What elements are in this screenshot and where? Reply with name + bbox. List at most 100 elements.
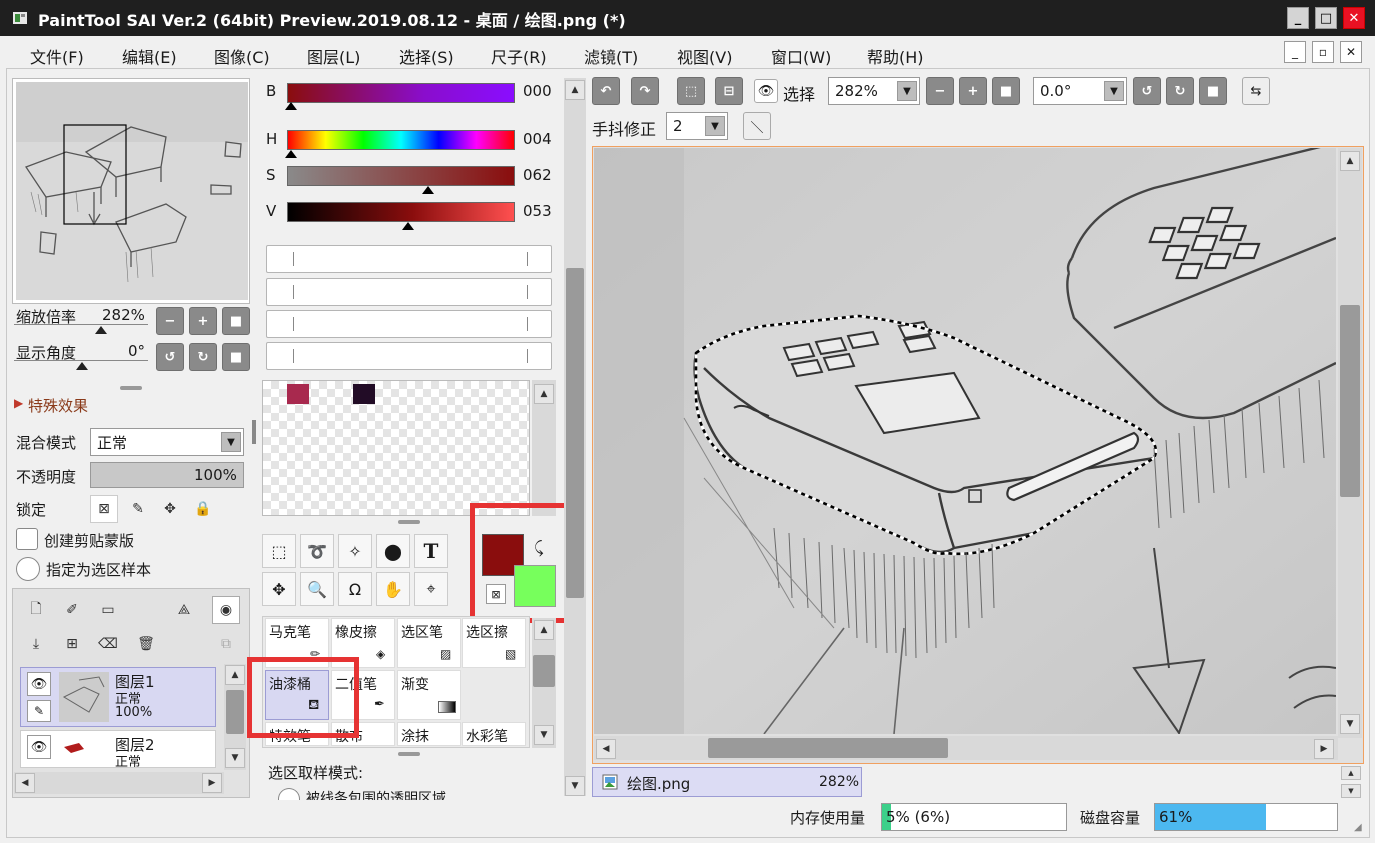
tools-scroll-thumb[interactable] xyxy=(566,268,584,598)
color-s-value[interactable]: 062 xyxy=(523,166,552,184)
brush-scroll-thumb[interactable] xyxy=(533,655,555,687)
canvas-scroll-up[interactable]: ▲ xyxy=(1340,151,1360,171)
text-tool-icon[interactable]: T xyxy=(414,534,448,568)
brush-gradient[interactable]: 渐变 xyxy=(397,670,461,720)
angle-slider-handle[interactable] xyxy=(76,362,88,370)
canvas-zoom-in-button[interactable]: + xyxy=(959,77,987,105)
canvas-rotate-left-button[interactable]: ↺ xyxy=(1133,77,1161,105)
navigator-preview[interactable] xyxy=(16,82,248,300)
menu-image[interactable]: 图像(C) xyxy=(214,44,270,68)
move-tool-icon[interactable]: ✥ xyxy=(262,572,296,606)
brush-selection-eraser[interactable]: 选区擦 ▧ xyxy=(462,618,526,668)
resize-grip-icon[interactable]: ◢ xyxy=(1354,822,1362,833)
color-v-handle[interactable] xyxy=(402,222,414,230)
brush-scroll-up[interactable]: ▲ xyxy=(534,620,554,640)
canvas-hscroll-thumb[interactable] xyxy=(708,738,948,758)
layer-hscrollbar[interactable] xyxy=(14,772,224,794)
canvas-scroll-left[interactable]: ◀ xyxy=(596,739,616,759)
tools-scroll-down[interactable]: ▼ xyxy=(565,776,585,796)
color-v-value[interactable]: 053 xyxy=(523,202,552,220)
clip-mask-checkbox[interactable] xyxy=(16,528,38,550)
selection-sample-checkbox[interactable] xyxy=(16,557,40,581)
new-vector-layer-icon[interactable]: ✐ xyxy=(58,596,86,624)
color-s-handle[interactable] xyxy=(422,186,434,194)
custom-slider-3[interactable] xyxy=(266,310,552,338)
brush-selection-pen[interactable]: 选区笔 ▨ xyxy=(397,618,461,668)
merge-visible-icon[interactable]: ⧉ xyxy=(212,630,240,658)
tabs-scroll-up[interactable]: ▲ xyxy=(1341,766,1361,780)
redo-button[interactable]: ↷ xyxy=(631,77,659,105)
expand-arrow-icon[interactable]: ▶ xyxy=(14,396,23,410)
custom-slider-2[interactable] xyxy=(266,278,552,306)
canvas-zoom-reset-button[interactable]: ■ xyxy=(992,77,1020,105)
left-panel-splitter[interactable] xyxy=(252,420,256,444)
zoom-out-button[interactable]: − xyxy=(156,307,184,335)
lock-paint-icon[interactable]: ✎ xyxy=(124,495,152,523)
lock-transparency-icon[interactable]: ⊠ xyxy=(90,495,118,523)
menu-select[interactable]: 选择(S) xyxy=(399,44,454,68)
rotate-tool-icon[interactable]: Ω xyxy=(338,572,372,606)
color-b-value[interactable]: 000 xyxy=(523,82,552,100)
brush-empty-slot[interactable] xyxy=(462,670,526,720)
rotate-left-button[interactable]: ↺ xyxy=(156,343,184,371)
layer-row-2[interactable]: 👁 图层2 正常 xyxy=(20,730,216,768)
menu-view[interactable]: 视图(V) xyxy=(677,44,732,68)
undo-button[interactable]: ↶ xyxy=(592,77,620,105)
tool-panel-splitter[interactable] xyxy=(398,752,420,756)
selection-fill-tool-icon[interactable]: ⬤ xyxy=(376,534,410,568)
merge-down-icon[interactable]: ⤓ xyxy=(22,630,50,658)
tabs-scroll-down[interactable]: ▼ xyxy=(1341,784,1361,798)
rotation-dropdown-arrow-icon[interactable]: ▼ xyxy=(1104,81,1124,101)
swatch-color-1[interactable] xyxy=(287,384,309,404)
new-mask-icon[interactable]: ⟁ xyxy=(170,596,198,624)
canvas-rotate-right-button[interactable]: ↻ xyxy=(1166,77,1194,105)
brush-smudge[interactable]: 涂抹 xyxy=(397,722,461,746)
menu-help[interactable]: 帮助(H) xyxy=(867,44,924,68)
new-layer-icon[interactable]: 🗋 xyxy=(22,596,50,624)
straight-line-button[interactable]: ＼ xyxy=(743,112,771,140)
close-button[interactable]: ✕ xyxy=(1343,7,1365,29)
layer-scroll-up[interactable]: ▲ xyxy=(225,665,245,685)
minimize-button[interactable]: _ xyxy=(1287,7,1309,29)
menu-filter[interactable]: 滤镜(T) xyxy=(584,44,638,68)
color-swatch-palette[interactable] xyxy=(262,380,530,516)
layer-pen-icon[interactable]: ✎ xyxy=(27,700,51,722)
custom-slider-1[interactable] xyxy=(266,245,552,273)
flip-horizontal-button[interactable]: ⇆ xyxy=(1242,77,1270,105)
zoom-dropdown-arrow-icon[interactable]: ▼ xyxy=(897,81,917,101)
visibility-eye-icon[interactable]: 👁 xyxy=(27,735,51,759)
canvas-scroll-down[interactable]: ▼ xyxy=(1340,714,1360,734)
canvas-rotate-reset-button[interactable]: ■ xyxy=(1199,77,1227,105)
document-tab[interactable]: 绘图.png 282% xyxy=(592,767,862,797)
menu-ruler[interactable]: 尺子(R) xyxy=(491,44,547,68)
menu-window[interactable]: 窗口(W) xyxy=(771,44,831,68)
blend-dropdown-arrow-icon[interactable]: ▼ xyxy=(221,432,241,452)
lasso-tool-icon[interactable]: ➰ xyxy=(300,534,334,568)
drawing-canvas[interactable] xyxy=(594,148,1336,734)
brush-watercolor[interactable]: 水彩笔 xyxy=(462,722,526,746)
show-selection-eye-icon[interactable]: 👁 xyxy=(754,79,778,103)
stabilizer-dropdown-arrow-icon[interactable]: ▼ xyxy=(705,116,725,136)
canvas-scroll-right[interactable]: ▶ xyxy=(1314,739,1334,759)
color-s-slider[interactable] xyxy=(287,166,515,186)
lock-move-icon[interactable]: ✥ xyxy=(156,495,184,523)
palette-scroll-up[interactable]: ▲ xyxy=(534,384,554,404)
zoom-slider-track[interactable] xyxy=(14,324,148,325)
eyedropper-tool-icon[interactable]: ⌖ xyxy=(414,572,448,606)
angle-slider-track[interactable] xyxy=(14,360,148,361)
layer-mask-icon[interactable]: ◉ xyxy=(212,596,240,624)
menu-edit[interactable]: 编辑(E) xyxy=(122,44,177,68)
deselect-button[interactable]: ⬚ xyxy=(677,77,705,105)
zoom-reset-button[interactable]: ■ xyxy=(222,307,250,335)
menu-layer[interactable]: 图层(L) xyxy=(307,44,360,68)
rotate-reset-button[interactable]: ■ xyxy=(222,343,250,371)
maximize-button[interactable]: □ xyxy=(1315,7,1337,29)
doc-close-button[interactable]: ✕ xyxy=(1340,41,1362,63)
layer-hscroll-right[interactable]: ▶ xyxy=(202,773,222,793)
canvas-vscroll-thumb[interactable] xyxy=(1340,305,1360,497)
canvas-hscrollbar[interactable] xyxy=(594,736,1338,760)
swatch-color-2[interactable] xyxy=(353,384,375,404)
magic-wand-tool-icon[interactable]: ✧ xyxy=(338,534,372,568)
rect-select-tool-icon[interactable]: ⬚ xyxy=(262,534,296,568)
doc-restore-button[interactable]: ▫ xyxy=(1312,41,1334,63)
